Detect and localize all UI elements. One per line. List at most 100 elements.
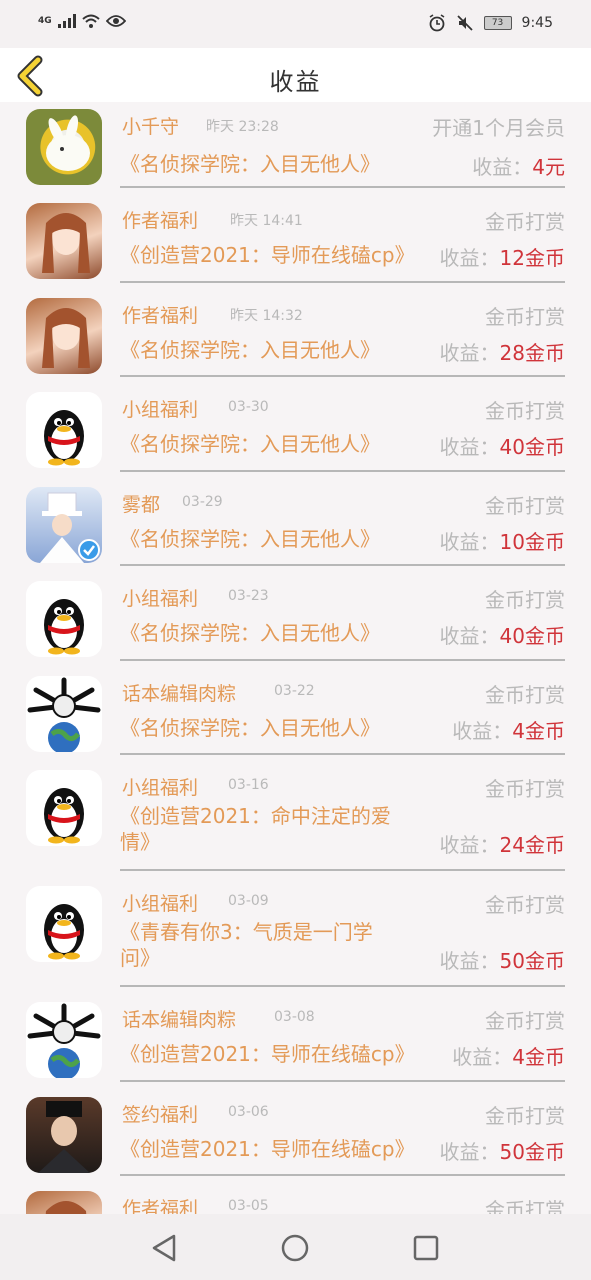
earning-amount: 24金币	[499, 833, 565, 857]
earning-amount: 10金币	[499, 530, 565, 554]
list-item[interactable]: 雾都 03-29 金币打赏 《名侦探学院：入目无他人》 收益：10金币	[0, 480, 591, 574]
item-type: 开通1个月会员	[432, 116, 565, 140]
circle-home-icon	[281, 1234, 309, 1262]
alarm-icon	[429, 14, 444, 32]
item-name: 小组福利	[122, 777, 199, 799]
list-item[interactable]: 小组福利 03-16 金币打赏 《创造营2021：命中注定的爱 情》 收益：24…	[0, 763, 591, 879]
item-time: 昨天 23:28	[206, 119, 279, 135]
header: 收益	[0, 48, 591, 102]
item-content: 小组福利 03-30 金币打赏 《名侦探学院：入目无他人》 收益：40金币	[120, 385, 565, 472]
list-item[interactable]: 小组福利 03-30 金币打赏 《名侦探学院：入目无他人》 收益：40金币	[0, 385, 591, 480]
avatar	[26, 581, 102, 657]
eye-icon	[105, 15, 126, 27]
earning-label: 收益：	[439, 530, 500, 554]
earning-label: 收益：	[439, 949, 500, 973]
item-book-line1: 《创造营2021：命中注定的爱	[120, 804, 391, 828]
item-name: 作者福利	[122, 1198, 199, 1214]
item-type: 金币打赏	[485, 588, 565, 612]
earth-skull-avatar-icon	[27, 677, 101, 752]
status-right: 73 9:45	[428, 14, 553, 32]
earning-label: 收益：	[472, 155, 533, 179]
list-item[interactable]: 作者福利 03-05 金币打赏	[0, 1184, 591, 1214]
square-recents-icon	[413, 1235, 439, 1261]
avatar	[26, 487, 102, 563]
item-book-line2: 情》	[120, 830, 160, 854]
item-type: 金币打赏	[485, 210, 565, 234]
item-content: 小组福利 03-09 金币打赏 《青春有你3：气质是一门学 问》 收益：50金币	[120, 879, 565, 987]
clock: 9:45	[521, 15, 553, 31]
item-time: 昨天 14:41	[230, 213, 303, 229]
portrait-avatar-icon	[38, 1101, 90, 1173]
item-type: 金币打赏	[485, 683, 565, 707]
avatar	[26, 770, 102, 846]
triangle-back-icon	[152, 1234, 176, 1262]
item-book: 《创造营2021：导师在线磕cp》	[120, 243, 415, 267]
item-book: 《名侦探学院：入目无他人》	[120, 621, 380, 645]
earning-amount: 50金币	[499, 1140, 565, 1164]
item-earning: 收益：12金币	[440, 242, 565, 271]
list-item[interactable]: 小千守 昨天 23:28 开通1个月会员 《名侦探学院：入目无他人》 收益：4元	[0, 102, 591, 196]
item-time: 昨天 14:32	[230, 308, 303, 324]
item-time: 03-16	[228, 777, 269, 793]
item-earning: 收益：50金币	[440, 1136, 565, 1165]
item-content: 签约福利 03-06 金币打赏 《创造营2021：导师在线磕cp》 收益：50金…	[120, 1090, 565, 1176]
nav-back-button[interactable]	[146, 1228, 186, 1268]
list-item[interactable]: 小组福利 03-23 金币打赏 《名侦探学院：入目无他人》 收益：40金币	[0, 574, 591, 669]
item-earning: 收益：4金币	[452, 715, 565, 744]
avatar	[26, 392, 102, 468]
earning-amount: 50金币	[499, 949, 565, 973]
earth-skull-avatar-icon	[27, 1003, 101, 1078]
item-name: 签约福利	[122, 1104, 199, 1126]
earning-amount: 12金币	[499, 246, 565, 270]
list-item[interactable]: 话本编辑肉粽 03-08 金币打赏 《创造营2021：导师在线磕cp》 收益：4…	[0, 995, 591, 1090]
item-type: 金币打赏	[485, 1009, 565, 1033]
earning-label: 收益：	[439, 435, 500, 459]
item-name: 小组福利	[122, 399, 199, 421]
item-type: 金币打赏	[485, 1198, 565, 1214]
list-item[interactable]: 话本编辑肉粽 03-22 金币打赏 《名侦探学院：入目无他人》 收益：4金币	[0, 669, 591, 763]
rabbit-avatar-icon	[46, 115, 90, 171]
item-earning: 收益：50金币	[440, 945, 565, 974]
verified-badge-icon	[78, 539, 100, 561]
item-name: 话本编辑肉粽	[122, 1009, 237, 1031]
avatar	[26, 676, 102, 752]
item-book-line1: 《青春有你3：气质是一门学	[120, 920, 373, 944]
anime-girl-avatar-icon	[45, 1201, 87, 1214]
avatar	[26, 1097, 102, 1173]
earning-label: 收益：	[452, 1045, 513, 1069]
system-nav-bar	[0, 1214, 591, 1280]
avatar	[26, 109, 102, 185]
list-item[interactable]: 作者福利 昨天 14:41 金币打赏 《创造营2021：导师在线磕cp》 收益：…	[0, 196, 591, 291]
penguin-avatar-icon	[44, 788, 84, 844]
earning-label: 收益：	[439, 624, 500, 648]
item-book: 《名侦探学院：入目无他人》	[120, 432, 380, 456]
item-book: 《名侦探学院：入目无他人》	[120, 338, 380, 362]
list-item[interactable]: 小组福利 03-09 金币打赏 《青春有你3：气质是一门学 问》 收益：50金币	[0, 879, 591, 995]
status-left: 4G	[38, 14, 126, 28]
battery-icon: 73	[483, 16, 512, 30]
item-type: 金币打赏	[485, 893, 565, 917]
list-item[interactable]: 签约福利 03-06 金币打赏 《创造营2021：导师在线磕cp》 收益：50金…	[0, 1090, 591, 1184]
list-item[interactable]: 作者福利 昨天 14:32 金币打赏 《名侦探学院：入目无他人》 收益：28金币	[0, 291, 591, 385]
penguin-avatar-icon	[44, 904, 84, 960]
item-time: 03-06	[228, 1104, 269, 1120]
item-type: 金币打赏	[485, 494, 565, 518]
penguin-avatar-icon	[44, 410, 84, 466]
wifi-icon	[81, 14, 100, 28]
avatar	[26, 1002, 102, 1078]
anime-girl-avatar-icon	[42, 213, 90, 273]
item-content: 作者福利 03-05 金币打赏	[120, 1184, 565, 1214]
item-time: 03-29	[182, 494, 223, 510]
item-earning: 收益：10金币	[440, 526, 565, 555]
nav-recents-button[interactable]	[406, 1228, 446, 1268]
item-content: 话本编辑肉粽 03-22 金币打赏 《名侦探学院：入目无他人》 收益：4金币	[120, 669, 565, 755]
item-time: 03-22	[274, 683, 315, 699]
item-content: 作者福利 昨天 14:32 金币打赏 《名侦探学院：入目无他人》 收益：28金币	[120, 291, 565, 377]
item-name: 小组福利	[122, 893, 199, 915]
item-type: 金币打赏	[485, 777, 565, 801]
nav-home-button[interactable]	[275, 1228, 315, 1268]
item-content: 话本编辑肉粽 03-08 金币打赏 《创造营2021：导师在线磕cp》 收益：4…	[120, 995, 565, 1082]
avatar	[26, 298, 102, 374]
earning-label: 收益：	[439, 246, 500, 270]
item-time: 03-30	[228, 399, 269, 415]
